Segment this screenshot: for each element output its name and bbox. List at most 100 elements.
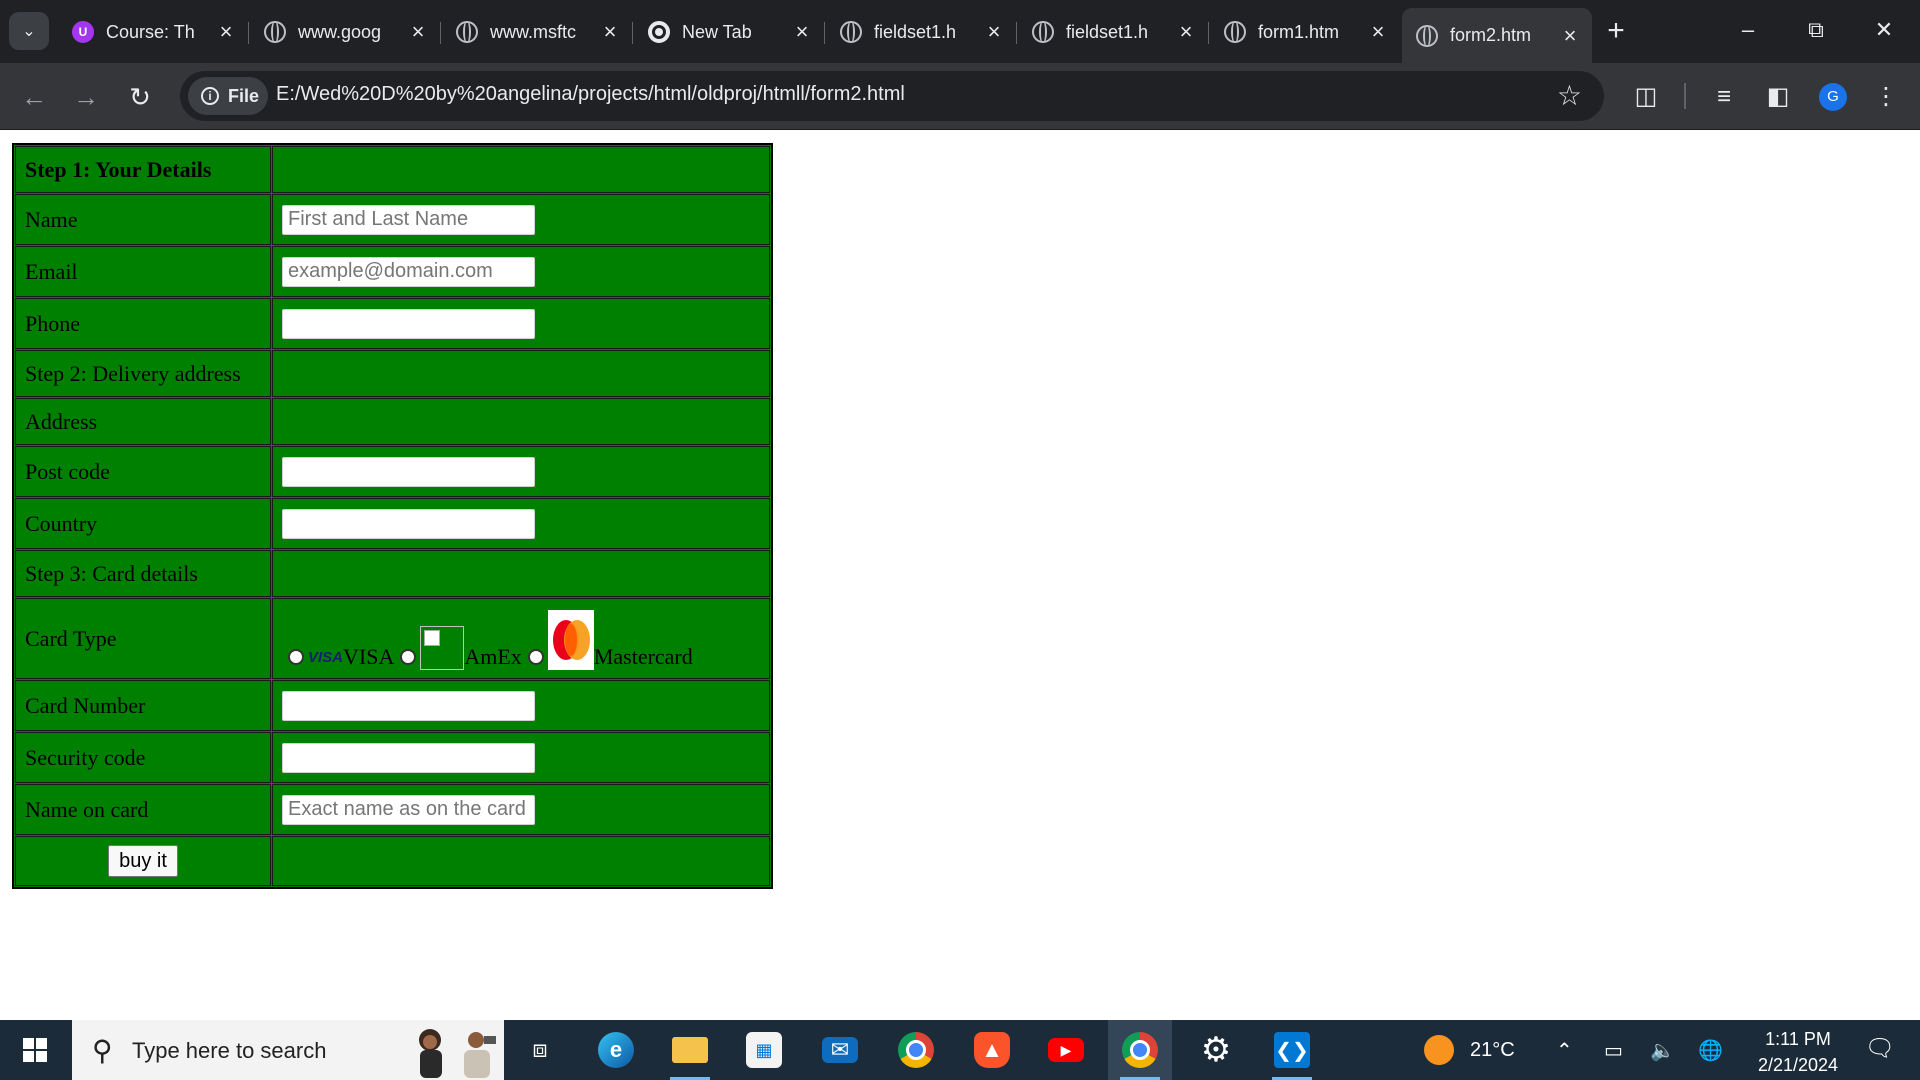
phone-input[interactable] <box>282 308 535 339</box>
edge-icon: e <box>598 1032 634 1068</box>
taskbar-search[interactable]: ⚲ Type here to search <box>72 1020 504 1080</box>
mastercard-label: Mastercard <box>593 643 693 669</box>
close-icon[interactable]: × <box>406 19 430 45</box>
scheme-label: File <box>228 85 260 106</box>
address-bar[interactable]: i File E:/Wed%20D%20by%20angelina/projec… <box>180 71 1604 121</box>
close-icon[interactable]: × <box>1366 19 1390 45</box>
task-view-icon: ⧈ <box>532 1036 548 1063</box>
address-label: Address <box>15 398 271 445</box>
close-window-button[interactable]: ✕ <box>1856 10 1912 50</box>
settings-app[interactable]: ⚙ <box>1184 1020 1248 1080</box>
weather-widget[interactable]: 21°C <box>1424 1020 1515 1080</box>
site-info-chip[interactable]: i File <box>188 77 268 115</box>
nameoncard-label: Name on card <box>15 784 271 835</box>
postcode-input[interactable] <box>282 456 535 487</box>
language-globe-icon[interactable]: 🌐 <box>1698 1020 1723 1080</box>
tab-google[interactable]: www.goog × <box>250 10 441 54</box>
volume-icon[interactable]: 🔈 <box>1650 1020 1675 1080</box>
restore-button[interactable]: ⧉ <box>1788 10 1844 50</box>
search-placeholder: Type here to search <box>132 1038 327 1063</box>
close-icon[interactable]: × <box>982 19 1006 45</box>
step2-heading: Step 2: Delivery address <box>15 350 271 397</box>
tab-title: New Tab <box>682 21 752 42</box>
clock-time: 1:11 PM <box>1765 1029 1831 1049</box>
chrome-app[interactable] <box>884 1020 948 1080</box>
mastercard-radio[interactable] <box>527 648 544 665</box>
clock-date: 2/21/2024 <box>1757 1055 1839 1075</box>
globe-icon <box>1224 21 1246 43</box>
amex-label: AmEx <box>464 643 522 669</box>
security-code-input[interactable] <box>282 742 535 773</box>
meet-now-icon[interactable]: ▭ <box>1604 1020 1623 1080</box>
chrome-icon <box>898 1032 934 1068</box>
visa-radio[interactable] <box>288 648 304 665</box>
side-panel-icon[interactable]: ◧ <box>1760 79 1796 115</box>
minimize-button[interactable]: – <box>1720 10 1776 50</box>
email-input[interactable] <box>282 256 535 287</box>
search-icon: ⚲ <box>92 1035 113 1066</box>
store-icon: ▦ <box>746 1032 782 1068</box>
file-explorer-app[interactable] <box>658 1020 722 1080</box>
tab-new-tab[interactable]: New Tab × <box>634 10 825 54</box>
tab-form1[interactable]: form1.htm × <box>1210 10 1400 54</box>
amex-radio[interactable] <box>400 648 417 665</box>
profile-avatar[interactable]: G <box>1819 83 1847 111</box>
tab-form2[interactable]: form2.htm × <box>1402 8 1592 63</box>
chrome-icon <box>648 21 670 43</box>
close-icon[interactable]: × <box>790 19 814 45</box>
mail-app[interactable]: ✉ <box>808 1020 872 1080</box>
buy-it-button[interactable]: buy it <box>108 845 178 877</box>
start-button[interactable] <box>0 1020 70 1080</box>
country-input[interactable] <box>282 508 535 539</box>
close-icon[interactable]: × <box>214 19 238 45</box>
reading-list-icon[interactable]: ≡ <box>1706 79 1742 115</box>
close-icon[interactable]: × <box>1558 23 1582 49</box>
show-hidden-icons-button[interactable]: ⌃ <box>1556 1020 1573 1080</box>
tab-fieldset1-a[interactable]: fieldset1.h × <box>826 10 1017 54</box>
postcode-label: Post code <box>15 446 271 497</box>
mail-icon: ✉ <box>822 1037 858 1063</box>
tab-title: form2.htm <box>1450 25 1532 45</box>
info-icon: i <box>201 87 219 105</box>
back-button[interactable]: ← <box>14 77 54 117</box>
more-menu-icon[interactable]: ⋮ <box>1868 79 1904 115</box>
windows-logo-icon <box>23 1038 47 1062</box>
extensions-icon[interactable]: ◫ <box>1628 79 1664 115</box>
tab-course[interactable]: U Course: Th × <box>58 10 249 54</box>
search-highlight-illustration <box>419 1029 496 1078</box>
name-label: Name <box>15 194 271 245</box>
tab-search-button[interactable]: ⌄ <box>9 12 49 50</box>
bookmark-star-icon[interactable]: ☆ <box>1557 79 1582 112</box>
windows-taskbar: ⚲ Type here to search ⧈ e ▦ ✉ ▲ ▶ ⚙ ❮❯ 2… <box>0 1020 1920 1080</box>
edge-app[interactable]: e <box>584 1020 648 1080</box>
url-text[interactable]: E:/Wed%20D%20by%20angelina/projects/html… <box>276 83 905 106</box>
tab-title: fieldset1.h <box>874 21 957 42</box>
notification-icon[interactable]: 🗨 <box>1864 1034 1896 1066</box>
brave-lion-icon: ▲ <box>974 1032 1010 1068</box>
name-input[interactable] <box>282 204 535 235</box>
chevron-down-icon: ⌄ <box>22 23 36 40</box>
forward-button[interactable]: → <box>66 77 106 117</box>
chevron-up-icon: ⌃ <box>1556 1039 1573 1062</box>
youtube-app[interactable]: ▶ <box>1034 1020 1098 1080</box>
chrome-profile-icon <box>1122 1032 1158 1068</box>
vscode-icon: ❮❯ <box>1274 1032 1310 1068</box>
chrome-profile-app[interactable] <box>1108 1020 1172 1080</box>
close-icon[interactable]: × <box>1174 19 1198 45</box>
nameoncard-input[interactable] <box>282 794 535 825</box>
mastercard-logo-icon <box>547 609 594 670</box>
tab-fieldset1-b[interactable]: fieldset1.h × <box>1018 10 1209 54</box>
store-app[interactable]: ▦ <box>732 1020 796 1080</box>
task-view-button[interactable]: ⧈ <box>508 1020 572 1080</box>
cardnumber-input[interactable] <box>282 690 535 721</box>
order-form-table: Step 1: Your Details Name Email Phone St… <box>12 143 773 889</box>
close-icon[interactable]: × <box>598 19 622 45</box>
brave-app[interactable]: ▲ <box>960 1020 1024 1080</box>
step3-heading: Step 3: Card details <box>15 550 271 597</box>
new-tab-button[interactable]: + <box>1598 14 1634 50</box>
tab-msft[interactable]: www.msftc × <box>442 10 633 54</box>
reload-button[interactable]: ↻ <box>120 77 160 117</box>
vscode-app[interactable]: ❮❯ <box>1260 1020 1324 1080</box>
clock[interactable]: 1:11 PM 2/21/2024 <box>1738 1026 1858 1078</box>
cardnumber-label: Card Number <box>15 680 271 731</box>
